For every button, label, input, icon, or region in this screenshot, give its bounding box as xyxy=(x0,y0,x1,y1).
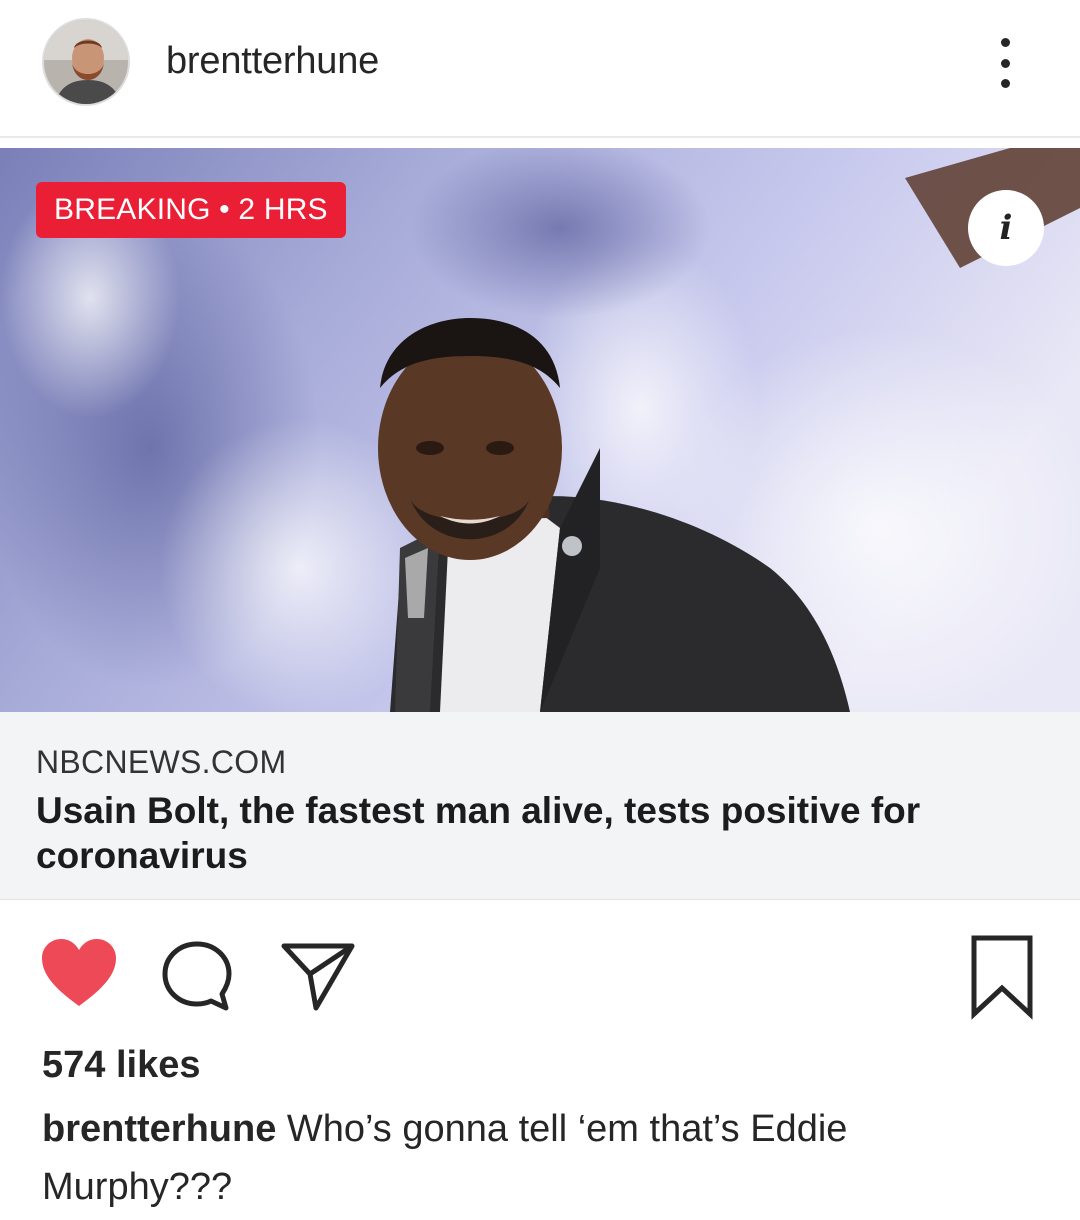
caption-username[interactable]: brentterhune xyxy=(42,1108,276,1150)
link-preview-card[interactable]: BREAKING • 2 HRS i NBCNEWS.COM Usain Bol… xyxy=(0,148,1080,900)
post-caption: brentterhune Who’s gonna tell ‘em that’s… xyxy=(42,1100,1042,1216)
post-header: brentterhune xyxy=(0,0,1080,138)
more-dot xyxy=(1000,58,1010,68)
bookmark-icon[interactable] xyxy=(966,932,1038,1022)
more-dot xyxy=(1000,79,1010,88)
comment-icon[interactable] xyxy=(158,938,236,1016)
info-icon-glyph: i xyxy=(999,208,1013,248)
link-headline[interactable]: Usain Bolt, the fastest man alive, tests… xyxy=(36,788,1046,878)
more-dot xyxy=(1000,38,1010,47)
info-icon[interactable]: i xyxy=(968,190,1044,266)
paper-plane-icon[interactable] xyxy=(278,936,358,1016)
more-options-icon[interactable] xyxy=(990,38,1020,88)
post-actions xyxy=(0,920,1080,1030)
post-username[interactable]: brentterhune xyxy=(166,40,379,83)
link-source: NBCNEWS.COM xyxy=(36,744,287,780)
avatar[interactable] xyxy=(42,18,130,106)
likes-count[interactable]: 574 likes xyxy=(42,1044,200,1087)
preview-image: BREAKING • 2 HRS i xyxy=(0,148,1080,712)
avatar-photo xyxy=(44,20,128,104)
breaking-badge: BREAKING • 2 HRS xyxy=(36,182,346,238)
heart-icon[interactable] xyxy=(40,938,118,1008)
